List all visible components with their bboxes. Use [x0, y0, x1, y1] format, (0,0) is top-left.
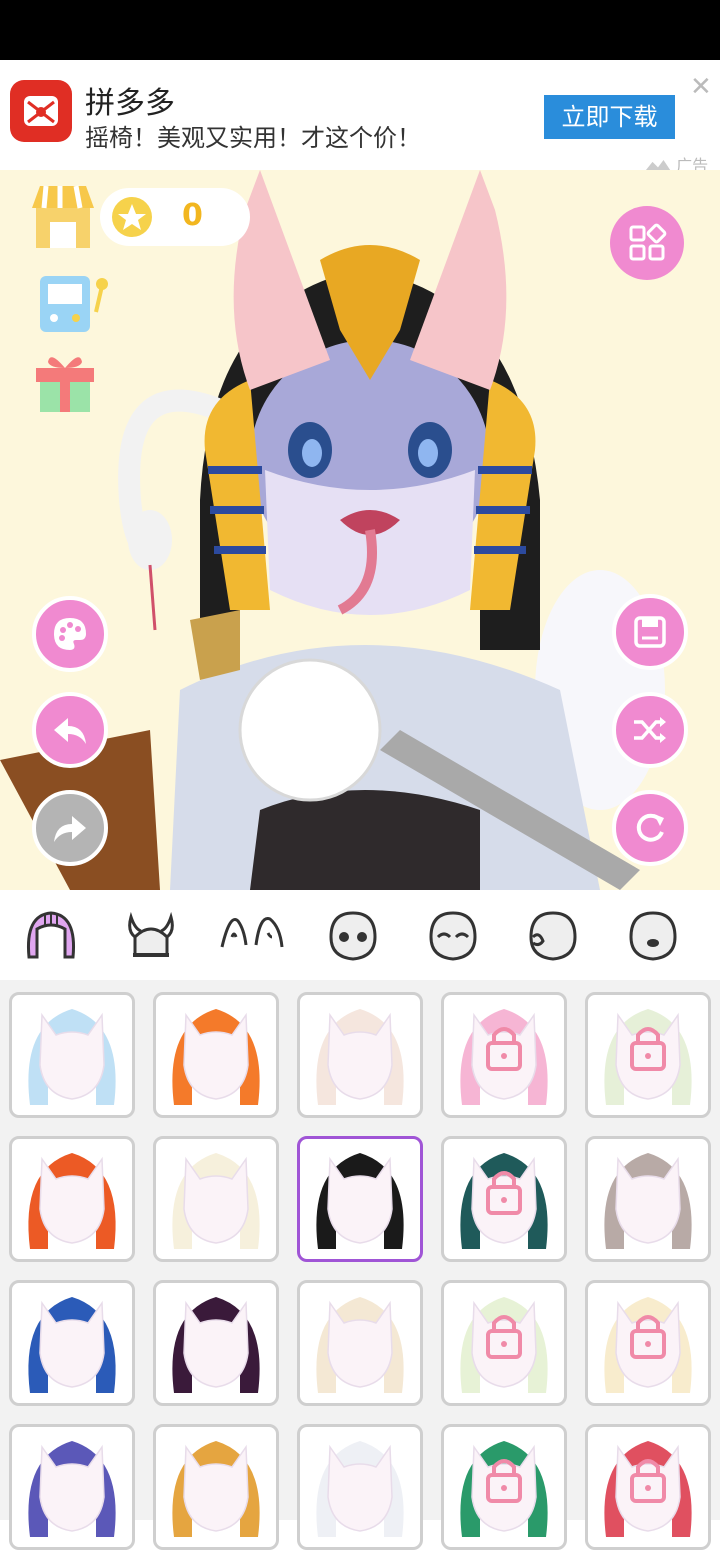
game-machine-icon [40, 276, 108, 332]
hair-style-thumbnail [28, 1441, 116, 1537]
gift-icon [36, 357, 94, 412]
hair-item[interactable] [297, 992, 423, 1118]
hair-item[interactable] [297, 1280, 423, 1406]
shuffle-icon [634, 717, 666, 743]
hair-item[interactable] [153, 1136, 279, 1262]
side-face-tab[interactable] [518, 902, 588, 968]
hair-style-thumbnail [316, 1153, 404, 1249]
viking-helmet-icon [128, 911, 174, 957]
hair-style-thumbnail [460, 1297, 548, 1393]
palette-button[interactable] [32, 596, 108, 672]
ears-tab[interactable] [216, 902, 286, 968]
face-closed-eyes-icon [429, 911, 477, 961]
coin-count: 0 [182, 198, 203, 233]
hair-style-thumbnail [172, 1153, 260, 1249]
ad-download-button[interactable]: 立即下载 [544, 95, 675, 139]
pinduoduo-logo-icon [10, 80, 72, 142]
hair-item[interactable] [585, 992, 711, 1118]
shop-icon [32, 185, 94, 248]
mouth-face-tab[interactable] [618, 902, 688, 968]
undo-button[interactable] [32, 692, 108, 768]
ad-banner[interactable]: 拼多多 摇椅！美观又实用！才这个价！ 立即下载 ✕ 广告 [0, 60, 720, 175]
hair-style-thumbnail [604, 1297, 692, 1393]
hair-style-thumbnail [316, 1297, 404, 1393]
hair-style-thumbnail [28, 1009, 116, 1105]
category-tab-bar [0, 890, 720, 980]
face-mouth-icon [629, 911, 677, 961]
hair-style-thumbnail [172, 1009, 260, 1105]
hair-item[interactable] [153, 992, 279, 1118]
reset-button[interactable] [612, 790, 688, 866]
face-eyes-icon [329, 911, 377, 961]
hair-style-thumbnail [28, 1297, 116, 1393]
hair-item[interactable] [585, 1136, 711, 1262]
eyes-face-tab[interactable] [318, 902, 388, 968]
ears-icon [220, 917, 284, 948]
hair-item[interactable] [585, 1280, 711, 1406]
hair-item[interactable] [9, 992, 135, 1118]
categories-icon [629, 223, 667, 261]
categories-button[interactable] [610, 206, 684, 280]
hair-item[interactable] [441, 992, 567, 1118]
hair-item[interactable] [441, 1136, 567, 1262]
save-button[interactable] [612, 594, 688, 670]
ad-app-name: 拼多多 [85, 86, 175, 121]
coin-icon [112, 197, 152, 237]
hair-style-thumbnail [172, 1441, 260, 1537]
hair-style-thumbnail [460, 1441, 548, 1537]
hair-item[interactable] [9, 1424, 135, 1550]
hair-style-thumbnail [172, 1297, 260, 1393]
hair-style-thumbnail [460, 1009, 548, 1105]
undo-icon [54, 718, 86, 744]
coin-counter [100, 188, 250, 246]
hair-style-thumbnail [460, 1153, 548, 1249]
hair-style-thumbnail [604, 1153, 692, 1249]
hair-item[interactable] [153, 1424, 279, 1550]
ad-subtitle: 摇椅！美观又实用！才这个价！ [85, 124, 421, 152]
hair-item[interactable] [9, 1136, 135, 1262]
shuffle-button[interactable] [612, 692, 688, 768]
hair-item-grid [0, 980, 720, 1550]
hair-item[interactable] [441, 1280, 567, 1406]
hair-tab-icon [26, 911, 76, 959]
game-machine-button[interactable] [36, 272, 110, 334]
face-side-icon [529, 911, 577, 961]
redo-button[interactable] [32, 790, 108, 866]
hair-item[interactable] [297, 1424, 423, 1550]
ad-close-icon[interactable]: ✕ [690, 72, 712, 102]
hair-tab[interactable] [16, 902, 86, 968]
hair-item[interactable] [9, 1280, 135, 1406]
save-icon [634, 616, 666, 648]
hair-style-thumbnail [604, 1441, 692, 1537]
palette-icon [54, 618, 86, 650]
hair-item[interactable] [585, 1424, 711, 1550]
character-preview: 0 [0, 170, 720, 890]
hair-style-thumbnail [316, 1441, 404, 1537]
hair-style-thumbnail [316, 1009, 404, 1105]
hair-item[interactable] [441, 1424, 567, 1550]
closed-eyes-face-tab[interactable] [418, 902, 488, 968]
hair-style-thumbnail [28, 1153, 116, 1249]
reset-icon [636, 813, 664, 842]
gift-button[interactable] [30, 350, 102, 416]
hair-style-thumbnail [604, 1009, 692, 1105]
headwear-tab[interactable] [116, 902, 186, 968]
redo-icon [54, 816, 86, 842]
hair-item[interactable] [297, 1136, 423, 1262]
hair-item[interactable] [153, 1280, 279, 1406]
shop-button[interactable] [30, 182, 96, 250]
status-bar [0, 0, 720, 60]
